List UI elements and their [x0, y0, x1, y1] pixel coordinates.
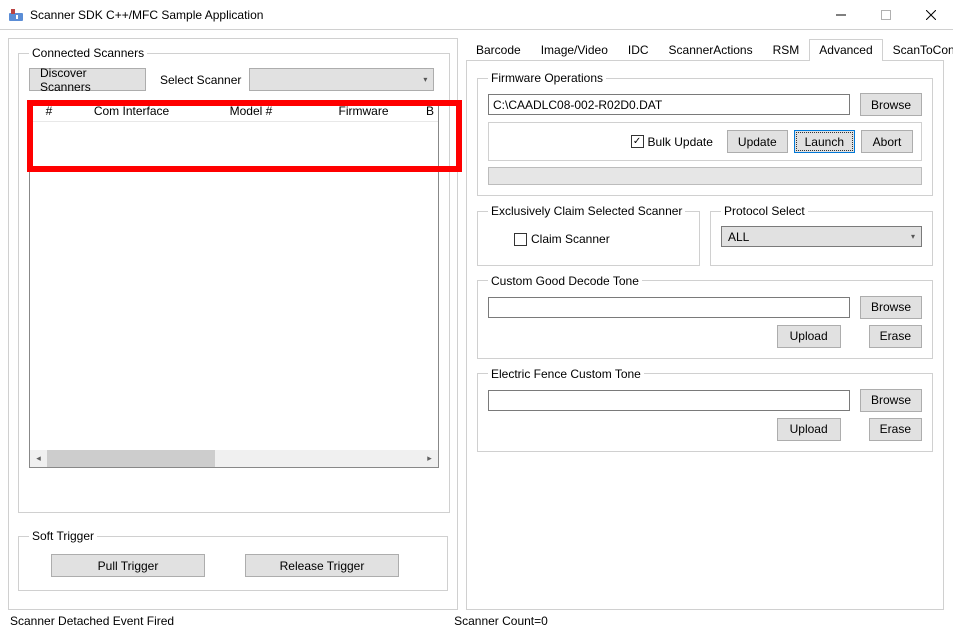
column-model[interactable]: Model #: [195, 102, 307, 121]
close-button[interactable]: [908, 0, 953, 29]
tab-rsm[interactable]: RSM: [763, 39, 810, 61]
update-button[interactable]: Update: [727, 130, 788, 153]
scanner-table[interactable]: # Com Interface Model # Firmware B ◂ ▸: [29, 101, 439, 468]
release-trigger-button[interactable]: Release Trigger: [245, 554, 399, 577]
column-extra[interactable]: B: [420, 102, 438, 121]
tab-scan-to-connect[interactable]: ScanToConnect: [883, 39, 953, 61]
chevron-down-icon: ▾: [911, 232, 915, 241]
title-bar: Scanner SDK C++/MFC Sample Application: [0, 0, 953, 30]
window-title: Scanner SDK C++/MFC Sample Application: [30, 8, 818, 22]
claim-scanner-checkbox[interactable]: Claim Scanner: [514, 232, 610, 246]
tab-scanner-actions[interactable]: ScannerActions: [659, 39, 763, 61]
connected-scanners-group: Connected Scanners Discover Scanners Sel…: [18, 46, 450, 513]
launch-button[interactable]: Launch: [794, 130, 855, 153]
claim-scanner-legend: Exclusively Claim Selected Scanner: [488, 204, 685, 218]
electric-fence-tone-group: Electric Fence Custom Tone Browse Upload…: [477, 367, 933, 452]
right-panel: Barcode Image/Video IDC ScannerActions R…: [466, 38, 944, 610]
select-scanner-label: Select Scanner: [160, 73, 241, 87]
good-tone-erase-button[interactable]: Erase: [869, 325, 922, 348]
good-tone-browse-button[interactable]: Browse: [860, 296, 922, 319]
abort-button[interactable]: Abort: [861, 130, 913, 153]
good-tone-upload-button[interactable]: Upload: [777, 325, 841, 348]
soft-trigger-legend: Soft Trigger: [29, 529, 97, 543]
protocol-select-legend: Protocol Select: [721, 204, 808, 218]
status-scanner-count: Scanner Count=0: [454, 614, 548, 628]
column-firmware[interactable]: Firmware: [307, 102, 420, 121]
scroll-left-button[interactable]: ◂: [30, 450, 47, 467]
scroll-thumb[interactable]: [47, 450, 215, 467]
firmware-browse-button[interactable]: Browse: [860, 93, 922, 116]
tab-body-advanced: Firmware Operations C:\CAADLC08-002-R02D…: [466, 61, 944, 610]
firmware-progress-bar: [488, 167, 922, 185]
tab-barcode[interactable]: Barcode: [466, 39, 531, 61]
good-tone-path-field[interactable]: [488, 297, 850, 318]
firmware-operations-legend: Firmware Operations: [488, 71, 606, 85]
fence-tone-upload-button[interactable]: Upload: [777, 418, 841, 441]
column-number[interactable]: #: [30, 102, 68, 121]
protocol-select-dropdown[interactable]: ALL ▾: [721, 226, 922, 247]
app-icon: [8, 7, 24, 23]
checkbox-empty-icon: [514, 233, 527, 246]
tab-image-video[interactable]: Image/Video: [531, 39, 618, 61]
good-decode-tone-legend: Custom Good Decode Tone: [488, 274, 642, 288]
protocol-select-group: Protocol Select ALL ▾: [710, 204, 933, 266]
fence-tone-path-field[interactable]: [488, 390, 850, 411]
status-event-text: Scanner Detached Event Fired: [10, 614, 174, 628]
protocol-select-value: ALL: [728, 230, 749, 244]
scroll-right-button[interactable]: ▸: [421, 450, 438, 467]
fence-tone-erase-button[interactable]: Erase: [869, 418, 922, 441]
fence-tone-browse-button[interactable]: Browse: [860, 389, 922, 412]
status-bar: Scanner Detached Event Fired Scanner Cou…: [0, 610, 953, 632]
firmware-operations-group: Firmware Operations C:\CAADLC08-002-R02D…: [477, 71, 933, 196]
tab-strip: Barcode Image/Video IDC ScannerActions R…: [466, 38, 944, 61]
discover-scanners-button[interactable]: Discover Scanners: [29, 68, 146, 91]
horizontal-scrollbar[interactable]: ◂ ▸: [30, 450, 438, 467]
electric-fence-tone-legend: Electric Fence Custom Tone: [488, 367, 644, 381]
chevron-down-icon: ▾: [423, 75, 427, 84]
minimize-button[interactable]: [818, 0, 863, 29]
bulk-update-checkbox[interactable]: ✓ Bulk Update: [631, 135, 713, 149]
checkmark-icon: ✓: [631, 135, 644, 148]
scroll-track[interactable]: [47, 450, 421, 467]
column-com-interface[interactable]: Com Interface: [68, 102, 195, 121]
select-scanner-dropdown[interactable]: ▾: [249, 68, 434, 91]
tab-idc[interactable]: IDC: [618, 39, 659, 61]
claim-scanner-label: Claim Scanner: [531, 232, 610, 246]
claim-scanner-group: Exclusively Claim Selected Scanner Claim…: [477, 204, 700, 266]
tab-advanced[interactable]: Advanced: [809, 39, 882, 61]
pull-trigger-button[interactable]: Pull Trigger: [51, 554, 205, 577]
table-header: # Com Interface Model # Firmware B: [30, 102, 438, 122]
firmware-path-field[interactable]: C:\CAADLC08-002-R02D0.DAT: [488, 94, 850, 115]
bulk-update-label: Bulk Update: [648, 135, 713, 149]
maximize-button[interactable]: [863, 0, 908, 29]
connected-scanners-legend: Connected Scanners: [29, 46, 147, 60]
left-panel: Connected Scanners Discover Scanners Sel…: [8, 38, 458, 610]
soft-trigger-group: Soft Trigger Pull Trigger Release Trigge…: [18, 529, 448, 591]
good-decode-tone-group: Custom Good Decode Tone Browse Upload Er…: [477, 274, 933, 359]
